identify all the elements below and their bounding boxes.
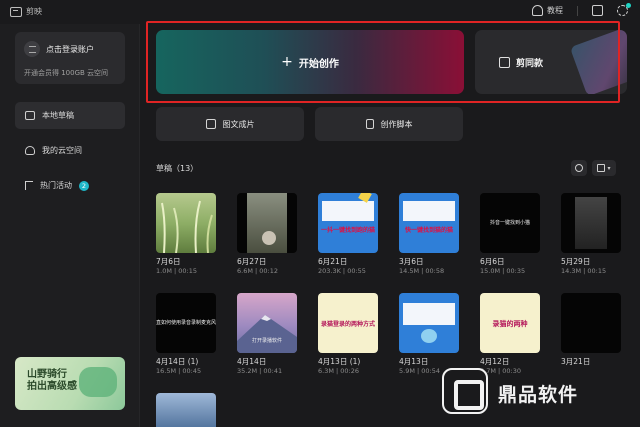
draft-date: 4月13日 (1)	[318, 357, 361, 366]
cloud-icon	[25, 146, 35, 155]
image-icon	[205, 119, 216, 129]
draft-thumbnail[interactable]	[399, 293, 459, 353]
mountain-image	[237, 315, 297, 353]
draft-thumbnail[interactable]	[156, 193, 216, 253]
flag-icon	[25, 181, 33, 190]
draft-info: 35.2M | 00:41	[237, 367, 283, 375]
draft-info: 1.0M | 00:15	[156, 267, 197, 275]
draft-thumbnail[interactable]	[237, 193, 297, 253]
red-highlight-box	[146, 21, 620, 103]
draft-thumbnail[interactable]	[156, 393, 216, 427]
sidebar-item-cloud-space[interactable]: 我的云空间	[15, 137, 125, 164]
thumb-caption: 直如何使用录音录制麦克风	[156, 320, 216, 326]
feedback-icon[interactable]	[592, 5, 603, 16]
screen-panel	[403, 201, 455, 221]
draft-thumbnail[interactable]	[561, 293, 621, 353]
login-title: 点击登录账户	[46, 45, 94, 54]
view-toggle-button[interactable]: ▾	[592, 160, 616, 176]
promo-illustration	[79, 367, 117, 397]
draft-thumbnail[interactable]: 录猫登录的两种方式	[318, 293, 378, 353]
draft-info: 14.5M | 00:58	[399, 267, 445, 275]
draft-date: 4月13日	[399, 357, 429, 366]
thumb-caption: 录猫登录的两种方式	[320, 321, 375, 328]
night-photo	[575, 197, 607, 249]
drafts-title: 草稿（13）	[156, 164, 199, 173]
draft-info: 14.3M | 00:15	[561, 267, 607, 275]
draft-info: 6.3M | 00:26	[318, 367, 359, 375]
thumb-caption: 打开录播软件	[251, 338, 282, 344]
capcut-logo-icon	[10, 6, 22, 17]
draft-date: 7月6日	[156, 257, 181, 266]
settings-gear-icon[interactable]	[617, 3, 631, 16]
grass-image	[161, 200, 213, 253]
draft-thumbnail[interactable]: 快一键找到猫的猫	[399, 193, 459, 253]
membership-subtitle: 开通会员得 100GB 云空间	[24, 69, 109, 77]
promo-banner[interactable]: 山野骑行 拍出高级感	[15, 357, 125, 410]
sidebar-item-local-drafts[interactable]: 本地草稿	[15, 102, 125, 129]
thumb-caption: 录猫的两种	[492, 320, 528, 328]
draft-thumbnail[interactable]: 直如何使用录音录制麦克风	[156, 293, 216, 353]
divider	[577, 5, 578, 16]
sidebar-nav: 本地草稿 我的云空间 热门活动 2	[15, 102, 125, 207]
draft-thumbnail[interactable]: 抖音一键找到小猫	[480, 193, 540, 253]
draft-date: 6月27日	[237, 257, 267, 266]
grid-icon	[597, 164, 606, 172]
screen-panel	[322, 201, 374, 221]
thumb-caption: 抖音一键找到小猫	[489, 220, 530, 226]
thumb-caption: 一抖一键找到跑的猫	[320, 227, 375, 234]
screen-panel	[403, 303, 455, 325]
sidebar: 点击登录账户 开通会员得 100GB 云空间 本地草稿 我的云空间 热门活动 2…	[0, 24, 140, 427]
app-logo: 剪映	[10, 6, 42, 17]
new-dot	[626, 3, 631, 8]
draft-date: 6月6日	[480, 257, 505, 266]
watermark-text: 鼎品软件	[498, 384, 579, 406]
draft-thumbnail[interactable]: 录猫的两种	[480, 293, 540, 353]
watermark: 鼎品软件	[430, 360, 640, 427]
draft-thumbnail[interactable]	[561, 193, 621, 253]
draft-date: 4月14日 (1)	[156, 357, 199, 366]
image-to-video-button[interactable]: 图文成片	[156, 107, 304, 141]
chevron-down-icon: ▾	[607, 164, 611, 172]
draft-date: 5月29日	[561, 257, 591, 266]
tutorial-button[interactable]: 教程	[532, 5, 563, 16]
creation-script-button[interactable]: 创作脚本	[315, 107, 463, 141]
mascot-image	[421, 329, 437, 343]
login-card[interactable]: 点击登录账户 开通会员得 100GB 云空间	[15, 32, 125, 84]
toy-figure	[262, 231, 276, 245]
graduation-cap-icon	[532, 5, 543, 16]
thumb-caption: 快一键找到猫的猫	[404, 227, 453, 234]
search-icon[interactable]	[571, 160, 587, 176]
sidebar-item-hot-events[interactable]: 热门活动 2	[15, 172, 125, 199]
folder-icon	[25, 111, 35, 120]
app-name: 剪映	[26, 7, 42, 16]
draft-date: 6月21日	[318, 257, 348, 266]
document-icon	[365, 119, 374, 129]
draft-thumbnail[interactable]: 一抖一键找到跑的猫	[318, 193, 378, 253]
draft-date: 3月6日	[399, 257, 424, 266]
draft-info: 15.0M | 00:35	[480, 267, 526, 275]
draft-info: 16.5M | 00:45	[156, 367, 202, 375]
promo-text: 山野骑行 拍出高级感	[27, 369, 77, 392]
account-avatar-icon	[24, 41, 40, 57]
draft-info: 6.6M | 00:12	[237, 267, 278, 275]
watermark-logo-icon	[442, 368, 488, 414]
top-right-actions: 教程	[532, 3, 631, 16]
draft-date: 4月14日	[237, 357, 267, 366]
notification-badge: 2	[79, 180, 89, 191]
draft-thumbnail[interactable]: 打开录播软件	[237, 293, 297, 353]
draft-info: 203.3K | 00:55	[318, 267, 366, 275]
